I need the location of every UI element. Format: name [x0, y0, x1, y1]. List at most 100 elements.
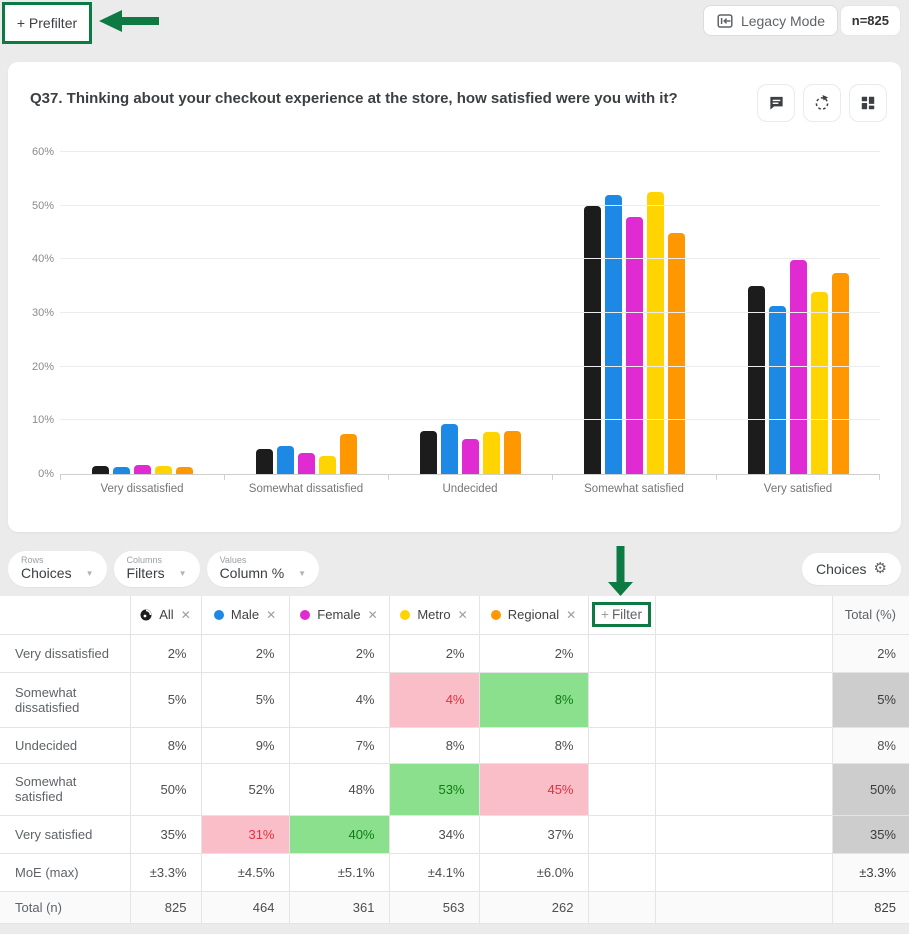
empty-cell: [654, 762, 833, 816]
bar-all-4: [583, 205, 601, 474]
chevron-down-icon: ▼: [85, 569, 94, 578]
table-cell: 50%: [129, 762, 202, 816]
table-cell: 2%: [288, 633, 390, 673]
legacy-mode-button[interactable]: Legacy Mode: [702, 5, 838, 36]
columns-dropdown[interactable]: Columns Filters ▼: [113, 551, 200, 587]
table-cell: 8%: [478, 671, 589, 728]
choices-settings-label: Choices: [815, 561, 867, 577]
bar-metro-3: [482, 431, 500, 474]
gridline: [60, 258, 880, 260]
table-row: Very satisfied 35% 31% 40% 34% 37% 35%: [0, 814, 909, 854]
add-filter-button[interactable]: + Filter: [592, 602, 651, 628]
close-icon[interactable]: ✕: [368, 608, 378, 622]
bar-male-2: [276, 446, 294, 474]
table-cell: 34%: [388, 814, 480, 854]
table-cell: 563: [388, 890, 480, 924]
table-row: Undecided 8% 9% 7% 8% 8% 8%: [0, 726, 909, 764]
rotate-button[interactable]: [803, 84, 841, 122]
bar-group-very-dissatisfied: [60, 152, 224, 474]
values-dropdown[interactable]: Values Column % ▼: [206, 551, 320, 587]
x-axis-category-label: Very satisfied: [763, 483, 833, 495]
row-label: Very satisfied: [0, 814, 131, 854]
table-cell: 4%: [288, 671, 390, 728]
bar-metro-1: [154, 465, 172, 474]
bar-female-5: [789, 260, 807, 474]
filter-chip-all[interactable]: All ✕: [131, 607, 201, 622]
bar-all-3: [419, 431, 437, 474]
bar-regional-4: [667, 232, 685, 474]
empty-cell: [587, 852, 656, 892]
table-cell: 35%: [129, 814, 202, 854]
x-axis-category-label: Undecided: [442, 483, 498, 495]
empty-cell: [587, 890, 656, 924]
bar-female-1: [133, 465, 151, 474]
filter-chip-label: Female: [317, 607, 361, 623]
total-cell: ±3.3%: [831, 852, 909, 892]
table-cell: 262: [478, 890, 589, 924]
prefilter-button[interactable]: + Prefilter: [2, 2, 92, 44]
columns-dropdown-value: Filters: [126, 565, 165, 581]
y-axis-tick-label: 0%: [38, 468, 54, 480]
close-icon[interactable]: ✕: [458, 608, 468, 622]
bar-female-4: [625, 217, 643, 474]
filter-chip-regional[interactable]: Regional ✕: [480, 607, 588, 622]
bar-chart-plot-area: Very dissatisfied Somewhat dissatisfied Un…: [32, 146, 880, 495]
exit-to-legacy-icon: [717, 13, 733, 28]
table-cell: 52%: [200, 762, 290, 816]
table-cell: 8%: [129, 726, 202, 764]
values-dropdown-label: Values: [219, 555, 247, 565]
bar-regional-1: [175, 466, 193, 474]
bar-metro-2: [318, 456, 336, 474]
rows-dropdown[interactable]: Rows Choices ▼: [8, 551, 107, 587]
dashboard-button[interactable]: [849, 84, 887, 122]
empty-cell: [587, 814, 656, 854]
bar-regional-2: [339, 434, 357, 474]
question-title: Q37. Thinking about your checkout experi…: [30, 90, 678, 107]
series-color-dot: [300, 609, 311, 620]
table-cell: 5%: [200, 671, 290, 728]
table-cell: ±6.0%: [478, 852, 589, 892]
total-cell: 5%: [831, 671, 909, 728]
filter-chip-female[interactable]: Female ✕: [290, 607, 389, 622]
y-axis-tick-label: 60%: [31, 146, 54, 158]
series-color-dot: [213, 609, 224, 620]
table-cell: 825: [129, 890, 202, 924]
bar-metro-5: [810, 291, 828, 474]
empty-cell: [587, 633, 656, 673]
rows-dropdown-label: Rows: [21, 555, 44, 565]
table-cell: 45%: [478, 762, 589, 816]
choices-settings-button[interactable]: Choices ⚙: [801, 553, 901, 585]
empty-cell: [654, 852, 833, 892]
close-icon[interactable]: ✕: [566, 608, 576, 622]
bar-group-very-satisfied: [716, 152, 880, 474]
filter-chip-metro[interactable]: Metro ✕: [390, 607, 479, 622]
chart-card: Q37. Thinking about your checkout experi…: [8, 62, 901, 532]
total-cell: 35%: [831, 814, 909, 854]
bar-group-undecided: [388, 152, 552, 474]
table-cell: 37%: [478, 814, 589, 854]
comment-button[interactable]: [757, 84, 795, 122]
x-axis-tick: [552, 474, 553, 480]
x-axis-tick: [60, 474, 61, 480]
y-axis-tick-label: 10%: [31, 414, 54, 427]
table-cell: ±4.5%: [200, 852, 290, 892]
x-axis-category-label: Somewhat satisfied: [584, 483, 684, 495]
empty-cell: [654, 726, 833, 764]
total-cell: 2%: [831, 633, 909, 673]
filter-chip-label: Regional: [507, 607, 560, 623]
table-cell: 48%: [288, 762, 390, 816]
empty-cell: [654, 671, 833, 728]
filter-chip-male[interactable]: Male ✕: [202, 607, 289, 622]
y-axis-tick-label: 40%: [31, 253, 54, 266]
empty-cell: [654, 890, 833, 924]
plus-icon: +: [601, 607, 609, 623]
prefilter-label: + Prefilter: [16, 15, 78, 31]
close-icon[interactable]: ✕: [266, 608, 276, 622]
annotation-arrow-left-icon: [99, 10, 159, 32]
gridline: [60, 204, 880, 206]
close-icon[interactable]: ✕: [181, 608, 191, 622]
rows-dropdown-value: Choices: [21, 565, 72, 581]
table-row: Somewhat satisfied 50% 52% 48% 53% 45% 50%: [0, 762, 909, 816]
x-axis-tick: [716, 474, 717, 480]
bar-male-1: [112, 466, 130, 474]
